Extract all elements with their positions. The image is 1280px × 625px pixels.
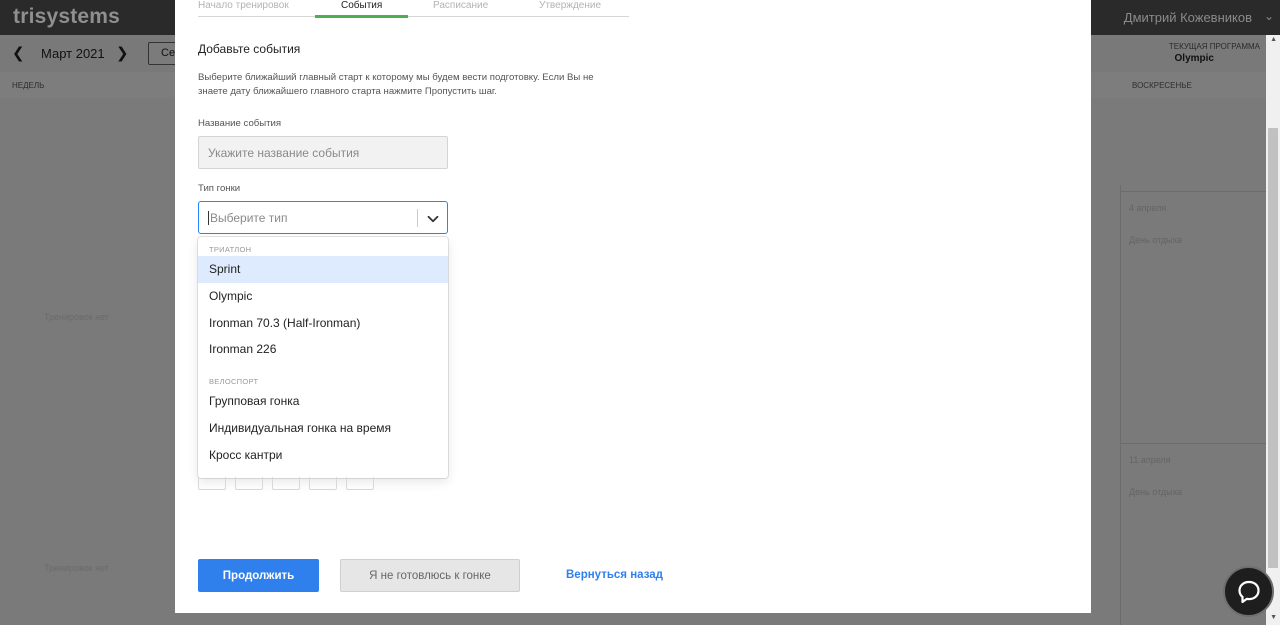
rest-day-label: День отдыха (1129, 487, 1183, 497)
chevron-right-icon[interactable]: ❯ (116, 44, 129, 62)
step-events[interactable]: События (341, 0, 382, 11)
step-confirmation[interactable]: Утверждение (539, 0, 601, 11)
day-checkbox[interactable] (346, 477, 374, 490)
rest-day-label: День отдыха (1129, 235, 1183, 245)
modal-title: Добавьте события (198, 42, 301, 56)
wizard-steps: Начало тренировок События Расписание Утв… (198, 0, 629, 17)
modal-description: Выберите ближайший главный старт к котор… (198, 72, 594, 97)
user-menu[interactable]: Дмитрий Кожевников (1124, 10, 1252, 25)
day-checkbox[interactable] (309, 477, 337, 490)
option-ironman-226[interactable]: Ironman 226 (198, 336, 448, 363)
calendar-row-divider (1120, 191, 1266, 192)
day-checkbox[interactable] (235, 477, 263, 490)
calendar-divider (1120, 185, 1121, 625)
event-name-input[interactable] (198, 136, 448, 169)
option-olympic[interactable]: Olympic (198, 283, 448, 310)
chevron-down-icon[interactable]: ⌄ (1264, 9, 1274, 23)
skip-race-button[interactable]: Я не готовлюсь к гонке (340, 559, 520, 592)
app-logo[interactable]: trisystems (13, 5, 120, 29)
option-time-trial[interactable]: Индивидуальная гонка на время (198, 415, 448, 442)
back-link[interactable]: Вернуться назад (566, 569, 663, 581)
race-type-select[interactable]: Выберите тип (198, 201, 448, 234)
race-type-label: Тип гонки (198, 183, 241, 194)
program-label: ТЕКУЩАЯ ПРОГРАММА (1168, 42, 1260, 51)
program-value[interactable]: Olympic (1175, 53, 1214, 64)
current-month: Март 2021 (41, 46, 105, 61)
option-group-race[interactable]: Групповая гонка (198, 388, 448, 415)
option-ironman-70-3[interactable]: Ironman 70.3 (Half-Ironman) (198, 310, 448, 337)
no-training-label: Тренировок нет (44, 563, 109, 573)
calendar-date[interactable]: 4 апреля (1129, 203, 1166, 213)
scroll-thumb[interactable] (1268, 128, 1278, 568)
text-cursor (208, 211, 209, 225)
weekday-label-week: НЕДЕЛЬ (12, 81, 45, 90)
chat-icon (1238, 580, 1260, 604)
weekday-label-sunday: ВОСКРЕСЕНЬЕ (1132, 81, 1192, 90)
group-header-triathlon: ТРИАТЛОН (209, 245, 252, 254)
group-header-cycling: ВЕЛОСПОРТ (209, 377, 259, 386)
day-checkbox[interactable] (198, 477, 226, 490)
chevron-left-icon[interactable]: ❮ (12, 44, 25, 62)
no-training-label: Тренировок нет (44, 312, 109, 322)
continue-button[interactable]: Продолжить (198, 559, 319, 592)
select-separator (417, 209, 418, 227)
option-sprint[interactable]: Sprint (198, 256, 448, 283)
scroll-down-icon[interactable]: ▼ (1270, 614, 1277, 621)
race-type-placeholder: Выберите тип (210, 211, 288, 225)
calendar-row-divider (1120, 443, 1266, 444)
day-checkbox[interactable] (272, 477, 300, 490)
chat-button[interactable] (1223, 566, 1274, 617)
step-schedule[interactable]: Расписание (433, 0, 488, 11)
active-step-indicator (315, 15, 408, 18)
race-type-dropdown: ТРИАТЛОН Sprint Olympic Ironman 70.3 (Ha… (198, 237, 448, 478)
scroll-up-icon[interactable]: ▲ (1270, 36, 1277, 43)
option-cross-country[interactable]: Кросс кантри (198, 442, 448, 469)
event-name-label: Название события (198, 118, 282, 129)
chevron-down-icon[interactable] (426, 212, 440, 226)
calendar-date[interactable]: 11 апреля (1129, 455, 1171, 465)
step-start-training[interactable]: Начало тренировок (198, 0, 289, 11)
